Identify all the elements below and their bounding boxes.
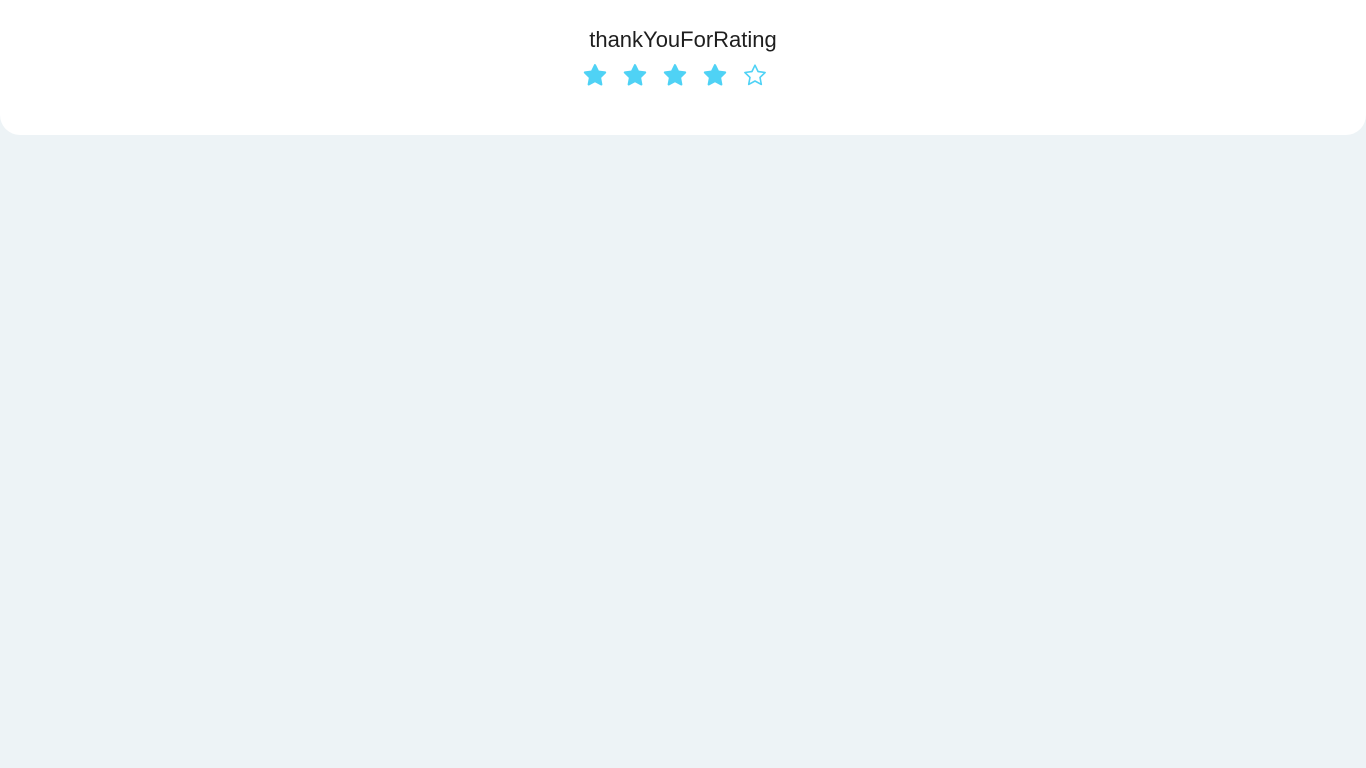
star-filled-icon[interactable] [621,62,649,90]
star-rating[interactable] [581,62,771,90]
rating-title: thankYouForRating [589,27,777,52]
star-outline-icon[interactable] [741,62,769,90]
star-filled-icon[interactable] [581,62,609,90]
rating-card: thankYouForRating [0,0,1366,135]
star-filled-icon[interactable] [661,62,689,90]
star-filled-icon[interactable] [701,62,729,90]
